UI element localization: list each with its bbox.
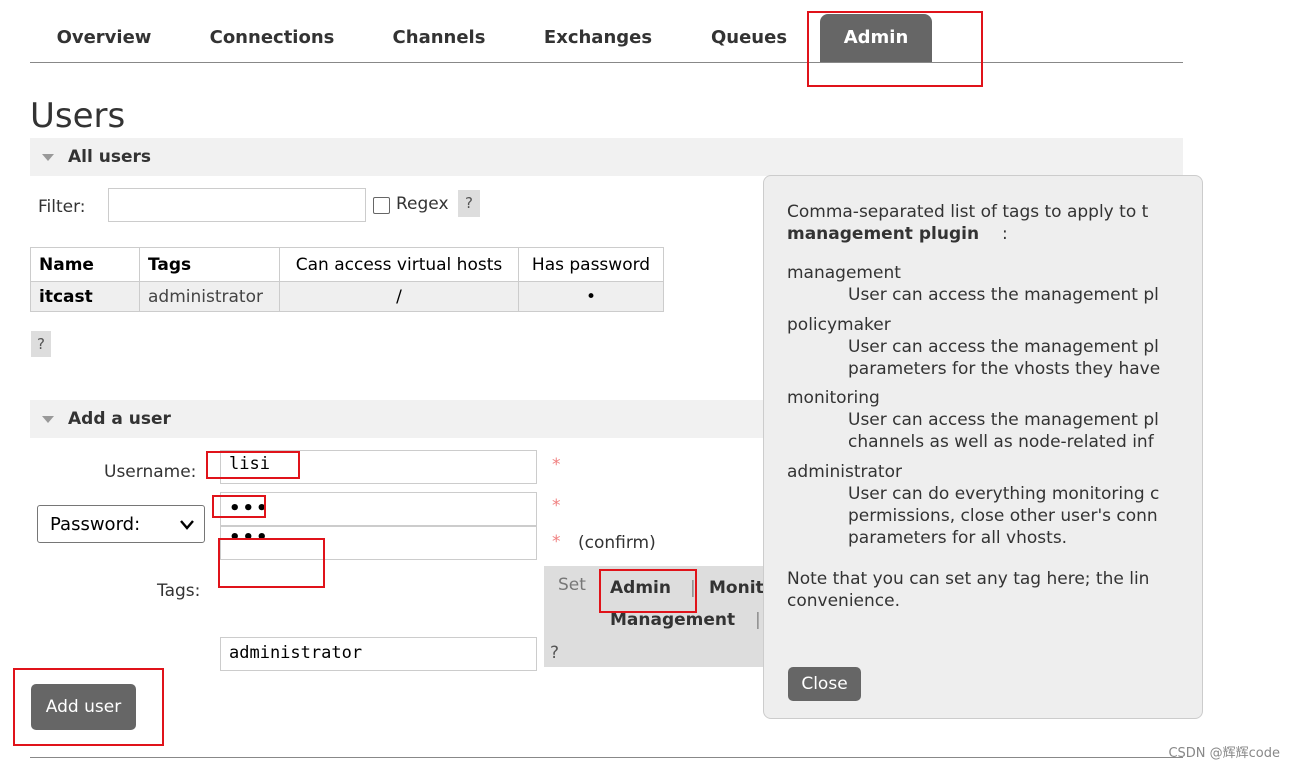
collapse-triangle-icon (42, 416, 54, 423)
tags-label: Tags: (157, 581, 201, 601)
bottom-divider (30, 757, 1183, 758)
tag-set-label: Set (558, 575, 586, 595)
tag-separator: | (755, 610, 761, 630)
watermark: CSDN @辉辉code (1168, 746, 1280, 761)
tooltip-desc: permissions, close other user's conn (848, 506, 1158, 526)
regex-help-button[interactable]: ? (458, 190, 480, 217)
password-input[interactable]: ••• (220, 492, 537, 526)
nav-divider (30, 62, 1183, 63)
tooltip-term: monitoring (787, 388, 880, 408)
users-table: Name Tags Can access virtual hosts Has p… (30, 247, 664, 312)
tab-channels[interactable]: Channels (374, 14, 504, 62)
required-mark: * (552, 455, 561, 475)
header-name: Name (30, 247, 140, 282)
tag-option-monitoring[interactable]: Monit (709, 578, 764, 598)
tooltip-intro-suffix: : (1002, 224, 1008, 244)
tooltip-desc: User can access the management pl (848, 410, 1159, 430)
tooltip-content: Comma-separated list of tags to apply to… (764, 176, 1184, 720)
tab-queues[interactable]: Queues (696, 14, 802, 62)
tag-option-management[interactable]: Management (610, 610, 735, 630)
page-title: Users (30, 96, 126, 136)
cell-vhosts: / (279, 281, 519, 312)
section-all-users[interactable]: All users (30, 138, 1183, 176)
highlight-box-password (212, 495, 266, 518)
required-mark: * (552, 532, 561, 552)
tags-help-button[interactable]: ? (550, 643, 559, 663)
cell-name[interactable]: itcast (30, 281, 140, 312)
highlight-box-admin-tag (599, 569, 697, 613)
confirm-label: (confirm) (578, 533, 656, 553)
tooltip-note: Note that you can set any tag here; the … (787, 569, 1150, 589)
tooltip-desc: User can access the management pl (848, 285, 1159, 305)
tags-help-tooltip: Comma-separated list of tags to apply to… (763, 175, 1203, 719)
tags-input[interactable]: administrator (220, 637, 537, 671)
tooltip-intro-bold: management plugin (787, 224, 980, 244)
tooltip-intro: Comma-separated list of tags to apply to… (787, 202, 1149, 222)
collapse-triangle-icon (42, 154, 54, 161)
tab-exchanges[interactable]: Exchanges (526, 14, 670, 62)
tooltip-note: convenience. (787, 591, 900, 611)
regex-checkbox[interactable] (373, 197, 390, 214)
highlight-box-add-user (13, 668, 164, 746)
cell-tags: administrator (139, 281, 280, 312)
filter-label: Filter: (38, 197, 86, 217)
tab-connections[interactable]: Connections (192, 14, 352, 62)
tooltip-term: management (787, 263, 901, 283)
chevron-down-icon (180, 520, 194, 530)
filter-input[interactable] (108, 188, 366, 222)
username-label: Username: (104, 462, 197, 482)
table-header-row: Name Tags Can access virtual hosts Has p… (30, 247, 664, 282)
highlight-box-confirm (218, 538, 325, 588)
tooltip-desc: channels as well as node-related inf (848, 432, 1154, 452)
tab-overview[interactable]: Overview (30, 14, 178, 62)
tooltip-desc: parameters for all vhosts. (848, 528, 1068, 548)
section-label: Add a user (68, 409, 171, 429)
required-mark: * (552, 496, 561, 516)
table-row[interactable]: itcast administrator / • (30, 281, 664, 312)
header-has-password: Has password (518, 247, 664, 282)
password-select-label: Password: (50, 514, 141, 535)
tags-value: administrator (229, 643, 363, 663)
table-help-button[interactable]: ? (31, 331, 51, 357)
close-tooltip-button[interactable]: Close (788, 667, 861, 701)
tooltip-desc: User can do everything monitoring c (848, 484, 1160, 504)
tooltip-term: policymaker (787, 315, 891, 335)
highlight-box-admin (807, 11, 983, 87)
header-tags: Tags (139, 247, 280, 282)
password-type-select[interactable]: Password: (37, 505, 205, 543)
tooltip-term: administrator (787, 462, 902, 482)
highlight-box-username (206, 451, 300, 479)
section-label: All users (68, 147, 151, 167)
tooltip-desc: User can access the management pl (848, 337, 1159, 357)
regex-label: Regex (396, 194, 449, 214)
tooltip-desc: parameters for the vhosts they have (848, 359, 1161, 379)
cell-has-password: • (518, 281, 664, 312)
header-vhosts: Can access virtual hosts (279, 247, 519, 282)
